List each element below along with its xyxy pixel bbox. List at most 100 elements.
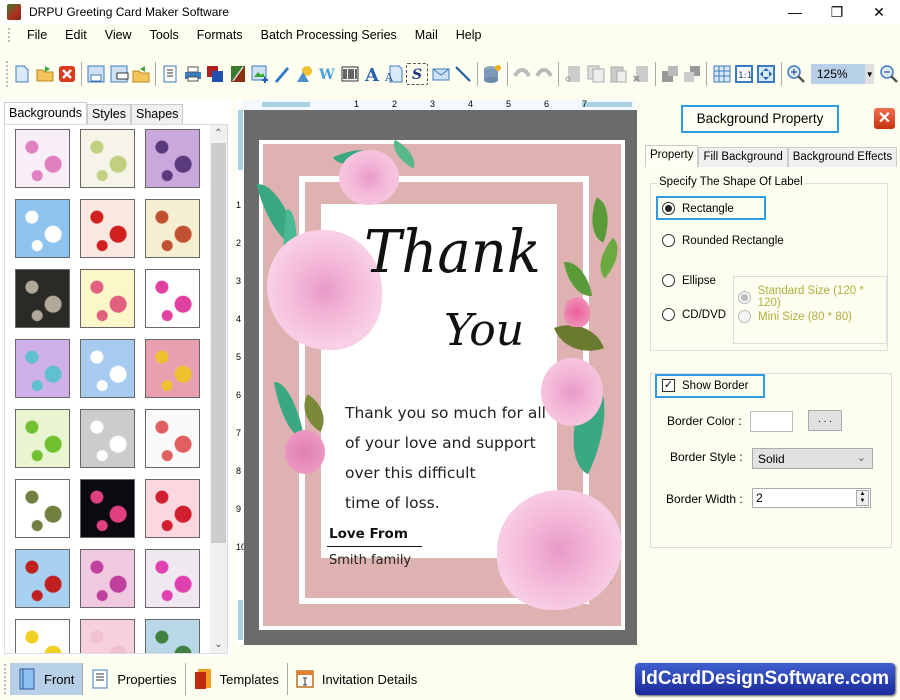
- show-border-checkbox[interactable]: ✓ Show Border: [662, 379, 748, 392]
- background-thumbnail-flowers-row[interactable]: [80, 269, 135, 328]
- radio-dot[interactable]: [662, 202, 675, 215]
- scrollbar-thumb[interactable]: [211, 143, 226, 543]
- menu-mail[interactable]: Mail: [406, 28, 447, 42]
- zoom-dropdown-icon[interactable]: ▼: [865, 64, 875, 84]
- paste-icon[interactable]: [608, 63, 628, 85]
- background-thumbnail-pastel-circles[interactable]: [15, 339, 70, 398]
- card-signature[interactable]: Smith family: [329, 553, 411, 568]
- background-thumbnail-clouds[interactable]: [15, 199, 70, 258]
- card-title-you[interactable]: You: [444, 305, 524, 356]
- save-icon[interactable]: [86, 63, 106, 85]
- email-icon[interactable]: [430, 63, 450, 85]
- border-width-stepper[interactable]: 2 ▲ ▼: [752, 488, 871, 508]
- tab-fill-background[interactable]: Fill Background: [698, 147, 788, 167]
- undo-icon[interactable]: [512, 63, 532, 85]
- radio-ellipse[interactable]: Ellipse: [662, 274, 716, 287]
- menu-edit[interactable]: Edit: [56, 28, 96, 42]
- background-icon[interactable]: [227, 63, 247, 85]
- print-icon[interactable]: [183, 63, 203, 85]
- border-color-picker-button[interactable]: . . .: [808, 410, 842, 431]
- background-thumbnail-snowflakes[interactable]: [80, 339, 135, 398]
- greeting-card[interactable]: Thank You Thank you so much for all of y…: [256, 139, 629, 630]
- radio-dot[interactable]: [662, 234, 675, 247]
- zoom-out-icon[interactable]: [878, 63, 898, 85]
- tab-background-effects[interactable]: Background Effects: [787, 147, 898, 167]
- scroll-up-icon[interactable]: ⌃: [210, 125, 227, 142]
- templates-button[interactable]: Templates: [186, 663, 287, 695]
- background-thumbnail-green-trees[interactable]: [15, 409, 70, 468]
- restore-button[interactable]: ❐: [816, 0, 858, 24]
- close-panel-icon[interactable]: ✕: [874, 108, 895, 129]
- checkbox-checked-icon[interactable]: ✓: [662, 379, 675, 392]
- close-doc-icon[interactable]: [57, 63, 77, 85]
- background-thumbnail-santa[interactable]: [15, 549, 70, 608]
- menu-tools[interactable]: Tools: [141, 28, 188, 42]
- save-as-icon[interactable]: [108, 63, 129, 85]
- invitation-details-button[interactable]: Invitation Details: [288, 663, 425, 695]
- text-icon[interactable]: A: [362, 63, 382, 85]
- card-title-thank[interactable]: Thank: [364, 218, 541, 286]
- radio-rectangle[interactable]: Rectangle: [662, 202, 734, 215]
- bring-front-icon[interactable]: [660, 63, 680, 85]
- background-thumbnail-snowmen[interactable]: [145, 619, 200, 653]
- watermark-icon[interactable]: W: [317, 63, 337, 85]
- background-thumbnail-white-heart[interactable]: [80, 409, 135, 468]
- tab-backgrounds[interactable]: Backgrounds: [4, 102, 87, 124]
- tab-shapes[interactable]: Shapes: [131, 104, 184, 124]
- database-icon[interactable]: [482, 63, 502, 85]
- thumbnail-scrollbar[interactable]: ⌃ ⌄: [210, 125, 227, 653]
- background-thumbnail-stars[interactable]: [15, 619, 70, 653]
- background-thumbnail-colorful-circles[interactable]: [145, 339, 200, 398]
- background-thumbnail-kids-doodles[interactable]: [145, 409, 200, 468]
- zoom-in-icon[interactable]: [785, 63, 805, 85]
- menu-help[interactable]: Help: [447, 28, 491, 42]
- new-icon[interactable]: [12, 63, 32, 85]
- redo-icon[interactable]: [534, 63, 554, 85]
- word-art-icon[interactable]: A: [384, 63, 404, 85]
- menu-view[interactable]: View: [96, 28, 141, 42]
- menu-file[interactable]: File: [18, 28, 56, 42]
- background-thumbnail-strawberries[interactable]: [80, 199, 135, 258]
- line-icon[interactable]: [453, 63, 473, 85]
- layers-icon[interactable]: [205, 63, 225, 85]
- border-style-select[interactable]: Solid ⌄: [752, 448, 873, 469]
- background-thumbnail-gift-boxes[interactable]: [145, 269, 200, 328]
- background-thumbnail-red-hearts[interactable]: [145, 479, 200, 538]
- background-thumbnail-fireworks[interactable]: [80, 479, 135, 538]
- tab-styles[interactable]: Styles: [86, 104, 132, 124]
- background-thumbnail-butterflies[interactable]: [145, 549, 200, 608]
- card-message[interactable]: Thank you so much for all of your love a…: [345, 398, 555, 518]
- cut-icon[interactable]: [563, 63, 583, 85]
- border-color-swatch[interactable]: [750, 411, 793, 432]
- radio-rounded-rectangle[interactable]: Rounded Rectangle: [662, 234, 784, 247]
- background-thumbnail-pink-plain[interactable]: [80, 619, 135, 653]
- export-icon[interactable]: [131, 63, 151, 85]
- shapes-icon[interactable]: [295, 63, 315, 85]
- barcode-icon[interactable]: [339, 63, 359, 85]
- minimize-button[interactable]: —: [774, 0, 816, 24]
- zoom-level-field[interactable]: 125%: [810, 64, 866, 84]
- properties-button[interactable]: Properties: [83, 663, 184, 695]
- card-signoff[interactable]: Love From: [329, 526, 408, 542]
- radio-dot[interactable]: [662, 308, 675, 321]
- background-thumbnail-dark-bubbles[interactable]: [15, 269, 70, 328]
- scroll-down-icon[interactable]: ⌄: [210, 636, 227, 653]
- copy-icon[interactable]: [586, 63, 606, 85]
- background-thumbnail-baby-letters[interactable]: [80, 129, 135, 188]
- add-image-icon[interactable]: [250, 63, 270, 85]
- background-thumbnail-leaves-fruit[interactable]: [145, 199, 200, 258]
- background-thumbnail-baby-pastel[interactable]: [15, 129, 70, 188]
- delete-icon[interactable]: [630, 63, 650, 85]
- background-thumbnail-tea-bags[interactable]: [15, 479, 70, 538]
- signature-icon[interactable]: S: [406, 63, 429, 85]
- radio-dot[interactable]: [662, 274, 675, 287]
- radio-cd-dvd[interactable]: CD/DVD: [662, 308, 726, 321]
- open-icon[interactable]: [34, 63, 54, 85]
- pen-icon[interactable]: [272, 63, 292, 85]
- spin-arrows-icon[interactable]: ▲ ▼: [856, 490, 869, 506]
- background-thumbnail-pink-dots[interactable]: [80, 549, 135, 608]
- grid-icon[interactable]: [711, 63, 731, 85]
- menu-batch-processing[interactable]: Batch Processing Series: [252, 28, 406, 42]
- tab-property[interactable]: Property: [645, 145, 699, 167]
- send-back-icon[interactable]: [682, 63, 702, 85]
